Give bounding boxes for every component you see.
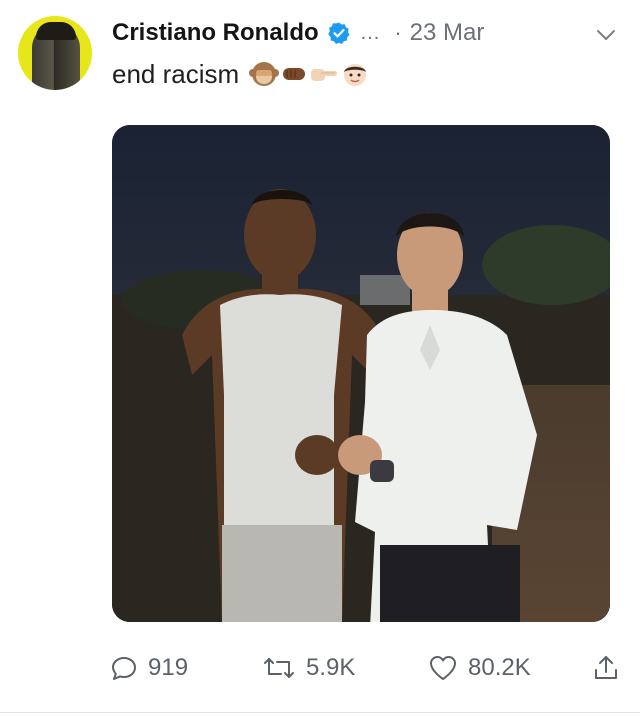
emoji-sequence [249,60,371,88]
share-button[interactable] [592,654,620,682]
fist-bump-dark-icon [283,68,306,80]
tweet-text-row: end racism [112,56,371,92]
avatar-hair-graphic [36,22,76,40]
author-name[interactable]: Cristiano Ronaldo [112,19,319,47]
reply-count: 919 [148,654,189,681]
reply-button[interactable]: 919 [110,654,188,682]
chevron-down-icon[interactable] [595,24,617,46]
author-row: Cristiano Ronaldo ... · 23 Mar [112,16,484,50]
tweet-text: end racism [112,58,240,89]
pointing-right-light-icon [311,69,338,81]
retweet-button[interactable]: 5.9K [262,654,355,682]
retweet-count: 5.9K [306,654,356,681]
author-handle[interactable]: ... [361,22,381,45]
tweet-date[interactable]: 23 Mar [410,19,485,47]
heart-icon [430,656,456,680]
profile-avatar[interactable] [18,16,92,90]
retweet-icon [264,658,294,678]
boy-face-icon [344,64,367,86]
see-no-evil-monkey-icon [249,62,280,86]
action-bar: 919 5.9K 80.2K [0,646,640,694]
reply-bubble-icon [112,657,136,680]
photo-scene [112,125,610,622]
verified-badge-icon [327,22,350,44]
like-button[interactable]: 80.2K [428,654,531,682]
share-icon [595,656,617,679]
tweet-card: Cristiano Ronaldo ... · 23 Mar end racis… [0,0,640,716]
date-separator: · [394,20,402,45]
tweet-photo[interactable] [112,125,610,622]
like-count: 80.2K [468,654,531,681]
divider [0,712,640,713]
